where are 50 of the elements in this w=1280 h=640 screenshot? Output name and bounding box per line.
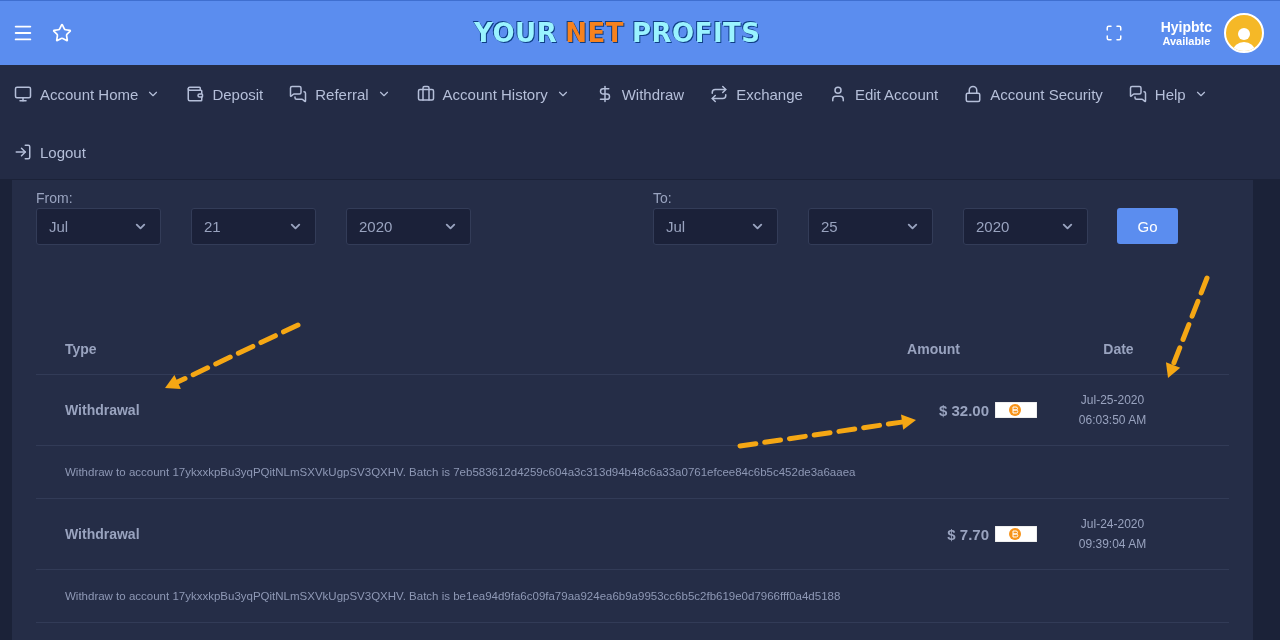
date-cell: Jul-25-2020 bbox=[1080, 393, 1145, 407]
nav-link[interactable]: Exchange bbox=[710, 65, 803, 123]
type-cell-text: Withdrawal bbox=[65, 402, 141, 418]
column-header: Type bbox=[65, 341, 98, 357]
dropdown-select[interactable]: Jul bbox=[36, 208, 161, 245]
nav-link[interactable]: Account History bbox=[416, 65, 570, 123]
dropdown-select[interactable]: 2020 bbox=[346, 208, 471, 245]
amount-cell: $ 7.70 bbox=[947, 525, 989, 543]
dropdown-select[interactable]: 21 bbox=[191, 208, 316, 245]
column-header: Date bbox=[1102, 341, 1135, 357]
star-icon[interactable] bbox=[52, 23, 72, 43]
date-label: To: bbox=[653, 190, 673, 206]
logo-word: NET bbox=[565, 18, 624, 48]
bitcoin-badge-icon bbox=[995, 526, 1037, 542]
nav-icon bbox=[186, 85, 205, 103]
logo-word: YOUR bbox=[474, 18, 558, 48]
avatar[interactable] bbox=[1224, 13, 1264, 53]
time-cell: 06:03:50 AM bbox=[1078, 413, 1147, 427]
nav-link[interactable]: Account Home bbox=[14, 65, 161, 123]
type-cell-text: Withdrawal bbox=[65, 526, 141, 542]
dropdown-select[interactable]: Jul bbox=[653, 208, 778, 245]
nav-link[interactable]: Edit Account bbox=[828, 65, 939, 123]
column-header: Amount bbox=[906, 341, 961, 357]
nav-link[interactable]: Withdraw bbox=[595, 65, 685, 123]
nav-icon bbox=[14, 85, 32, 103]
dropdown-select[interactable]: 2020 bbox=[963, 208, 1088, 245]
date-cell: Jul-24-2020 bbox=[1080, 517, 1145, 531]
user-name: Hyipbtc bbox=[1160, 19, 1212, 35]
nav-link[interactable]: Logout bbox=[14, 123, 86, 181]
fullscreen-icon[interactable] bbox=[1104, 24, 1123, 42]
dropdown-select[interactable]: 25 bbox=[808, 208, 933, 245]
nav-icon bbox=[14, 143, 32, 161]
nav-icon bbox=[964, 85, 983, 103]
amount-cell: $ 32.00 bbox=[938, 401, 989, 419]
nav-icon bbox=[710, 85, 729, 103]
date-label: From: bbox=[36, 190, 74, 206]
bitcoin-badge-icon bbox=[995, 402, 1037, 418]
nav-icon bbox=[416, 85, 435, 103]
nav-link[interactable]: Referral bbox=[289, 65, 391, 123]
transaction-detail: Withdraw to account 17ykxxkpBu3yqPQitNLmSXVkUgpSV3QXHV. Batch is be1ea94d9fa6c09fa79aa924ea6b9a9953cc6b5c2fb619e0d7966fff0a4d5188 bbox=[65, 590, 841, 602]
nav-link[interactable]: Deposit bbox=[186, 65, 264, 123]
time-cell: 09:39:04 AM bbox=[1078, 537, 1147, 551]
logo-word: PROFITS bbox=[632, 18, 761, 48]
nav-link[interactable]: Help bbox=[1128, 65, 1208, 123]
transaction-detail: Withdraw to account 17ykxxkpBu3yqPQitNLmSXVkUgpSV3QXHV. Batch is 7eb583612d4259c604a3c313d94b48c6a33a0761efcee84c6b5c452de3a6aaea bbox=[65, 466, 856, 478]
user-status: Available bbox=[1162, 35, 1211, 47]
nav-link[interactable]: Account Security bbox=[964, 65, 1103, 123]
person-silhouette-icon bbox=[1233, 25, 1255, 51]
nav-icon bbox=[1128, 85, 1147, 103]
nav-icon bbox=[289, 85, 308, 103]
